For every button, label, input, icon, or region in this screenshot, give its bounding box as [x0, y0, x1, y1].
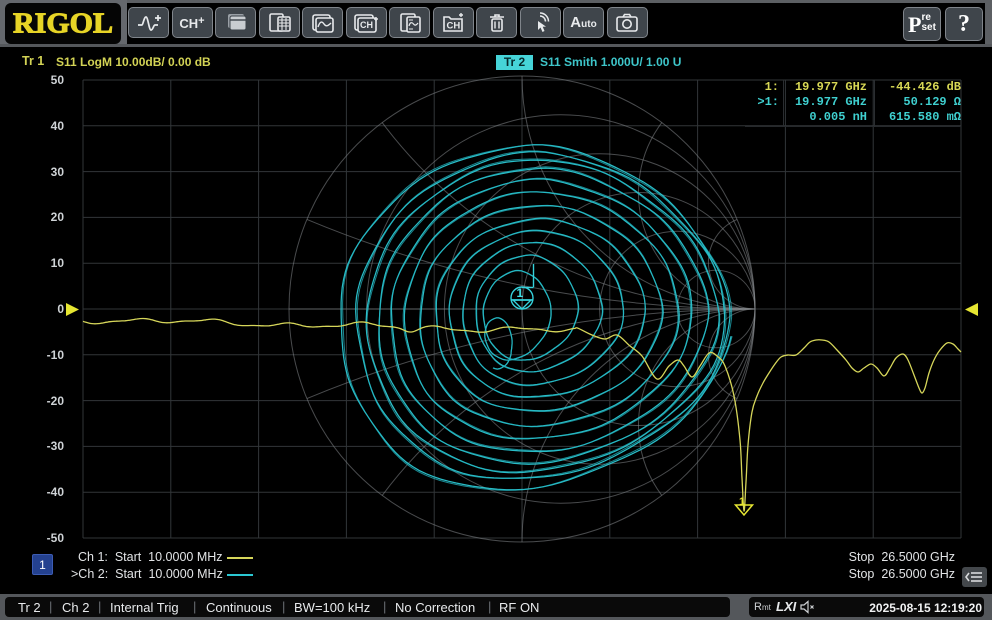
svg-text:1: 1 — [739, 496, 745, 508]
svg-text:1: 1 — [517, 286, 524, 300]
svg-text:CH: CH — [447, 20, 461, 31]
svg-text:CH: CH — [360, 20, 373, 30]
